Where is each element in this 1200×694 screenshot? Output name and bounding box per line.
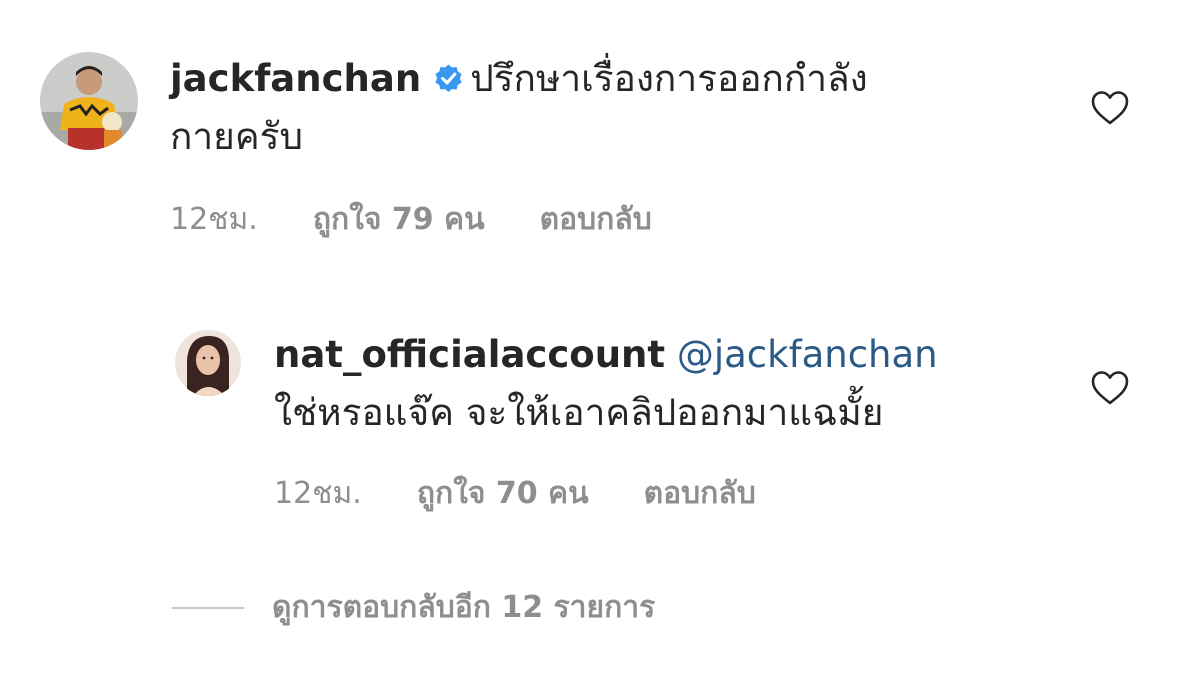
reply-text: ใช่หรอแจ๊ค จะให้เอาคลิปออกมาแฉมั้ย	[274, 391, 884, 434]
avatar-photo-icon	[175, 330, 241, 396]
verified-badge-icon	[435, 64, 462, 92]
reply-body: nat_officialaccount @jackfanchan ใช่หรอแ…	[274, 326, 938, 442]
reply-likes[interactable]: ถูกใจ 70 คน	[417, 470, 589, 517]
reply-avatar[interactable]	[175, 330, 241, 396]
reply-username[interactable]: nat_officialaccount	[274, 333, 665, 376]
comment-text-line2: กายครับ	[170, 115, 303, 158]
avatar-photo-icon	[40, 52, 138, 150]
view-more-replies-label: ดูการตอบกลับอีก 12 รายการ	[272, 590, 656, 625]
view-more-replies-button[interactable]: ดูการตอบกลับอีก 12 รายการ	[172, 584, 655, 631]
comment-text-line1: ปรึกษาเรื่องการออกกำลัง	[470, 57, 868, 100]
commenter-avatar[interactable]	[40, 52, 138, 150]
reply-time: 12ชม.	[274, 476, 362, 511]
comment-body: jackfanchan ปรึกษาเรื่องการออกกำลัง กายค…	[170, 50, 868, 166]
reply-meta: 12ชม. ถูกใจ 70 คน ตอบกลับ	[274, 470, 756, 517]
reply-mention-link[interactable]: @jackfanchan	[677, 333, 938, 376]
reply-reply-button[interactable]: ตอบกลับ	[644, 470, 756, 517]
comment-username[interactable]: jackfanchan	[170, 57, 421, 100]
comment-meta: 12ชม. ถูกใจ 79 คน ตอบกลับ	[170, 196, 652, 243]
comment-time: 12ชม.	[170, 202, 258, 237]
comment-likes[interactable]: ถูกใจ 79 คน	[313, 196, 485, 243]
heart-outline-icon[interactable]	[1090, 90, 1130, 126]
replies-divider-line	[172, 606, 244, 609]
heart-outline-icon[interactable]	[1090, 370, 1130, 406]
comment-reply-button[interactable]: ตอบกลับ	[540, 196, 652, 243]
